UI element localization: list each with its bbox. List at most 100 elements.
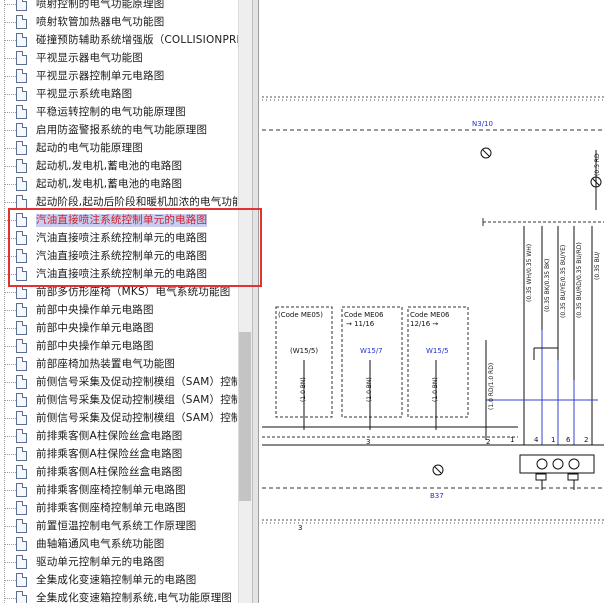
tree-branch-line: [4, 328, 16, 329]
tree-item[interactable]: 起动机,发电机,蓄电池的电路图: [0, 176, 238, 194]
component-label-bottom: B37: [430, 492, 444, 500]
tree-item[interactable]: 前排乘客侧A柱保险丝盒电路图: [0, 428, 238, 446]
document-icon: [16, 573, 27, 587]
tree-branch-line: [4, 580, 16, 581]
tree-item-label: 前排乘客侧A柱保险丝盒电路图: [36, 466, 183, 478]
tree-item[interactable]: 前排乘客侧座椅控制单元电路图: [0, 500, 238, 518]
document-icon: [16, 591, 27, 603]
document-tree[interactable]: 喷射控制的电气功能原理图 喷射软管加热器电气功能图碰撞预防辅助系统增强版（COLL…: [0, 0, 238, 603]
pin-label-c: 1: [510, 436, 515, 444]
circuit-diagram-drawing: [262, 96, 604, 524]
tree-branch-line: [4, 184, 16, 185]
tree-item-label: 碰撞预防辅助系统增强版（COLLISIONPREVENTION: [36, 34, 238, 46]
pin-label-f: 6: [566, 436, 571, 444]
tree-item-label: 起动机,发电机,蓄电池的电路图: [36, 178, 183, 190]
wire-color-single: (1.0 RD/1.0 RD): [488, 362, 495, 410]
tree-item[interactable]: 平稳运转控制的电气功能原理图: [0, 104, 238, 122]
wire-vertical-5: (0.35 BU/: [594, 251, 601, 280]
tree-item[interactable]: 喷射控制的电气功能原理图: [0, 0, 238, 14]
document-icon: [16, 465, 27, 479]
document-icon: [16, 141, 27, 155]
tree-branch-line: [4, 202, 16, 203]
tree-branch-line: [4, 490, 16, 491]
document-icon: [16, 15, 27, 29]
tree-branch-line: [4, 40, 16, 41]
scrollbar-thumb[interactable]: [239, 332, 251, 501]
tree-item-label: 起动机,发电机,蓄电池的电路图: [36, 160, 183, 172]
highlight-annotation-box: [8, 208, 262, 287]
tree-branch-line: [4, 544, 16, 545]
component-label-top: N3/10: [472, 120, 493, 128]
tree-item[interactable]: 平视显示器控制单元电路图: [0, 68, 238, 86]
tree-branch-line: [4, 130, 16, 131]
tree-branch-line: [4, 112, 16, 113]
tree-item[interactable]: 驱动单元控制单元的电路图: [0, 554, 238, 572]
tree-item-label: 喷射控制的电气功能原理图: [36, 0, 165, 10]
tree-item-label: 前部座椅加热装置电气功能图: [36, 358, 176, 370]
tree-branch-line: [4, 58, 16, 59]
tree-item[interactable]: 前排乘客侧A柱保险丝盒电路图: [0, 446, 238, 464]
tree-item[interactable]: 前部中央操作单元电路图: [0, 302, 238, 320]
tree-item[interactable]: 起动的电气功能原理图: [0, 140, 238, 158]
tree-item[interactable]: 前侧信号采集及促动控制模组（SAM）控制单元: [0, 374, 238, 392]
document-icon: [16, 483, 27, 497]
tree-item-label: 前置恒温控制电气系统工作原理图: [36, 520, 197, 532]
document-icon: [16, 177, 27, 191]
wire-color-2: (1.0 BN): [366, 377, 373, 402]
tree-item[interactable]: 前排乘客侧座椅控制单元电路图: [0, 482, 238, 500]
tree-item[interactable]: 前侧信号采集及促动控制模组（SAM）控制单元: [0, 392, 238, 410]
document-icon: [16, 123, 27, 137]
code-label-2: Code ME06: [344, 311, 384, 319]
tree-item[interactable]: 喷射软管加热器电气功能图: [0, 14, 238, 32]
document-icon: [16, 339, 27, 353]
tree-item-label: 起动的电气功能原理图: [36, 142, 143, 154]
tree-item[interactable]: 曲轴箱通风电气系统功能图: [0, 536, 238, 554]
tree-item-label: 前排乘客侧座椅控制单元电路图: [36, 502, 186, 514]
wire-label-1: (W15/5): [290, 347, 319, 355]
tree-item[interactable]: 前排乘客侧A柱保险丝盒电路图: [0, 464, 238, 482]
pin-label-b: 2: [486, 438, 491, 446]
circuit-diagram-view[interactable]: N3/10 B37 (Code ME05) Code ME06 → 11/16 …: [258, 0, 604, 603]
tree-branch-line: [4, 562, 16, 563]
tree-branch-line: [4, 526, 16, 527]
tree-item-label: 驱动单元控制单元的电路图: [36, 556, 165, 568]
tree-branch-line: [4, 436, 16, 437]
tree-item[interactable]: 前置恒温控制电气系统工作原理图: [0, 518, 238, 536]
tree-item[interactable]: 前部中央操作单元电路图: [0, 338, 238, 356]
tree-item-label: 全集成化变速箱控制单元的电路图: [36, 574, 197, 586]
tree-branch-line: [4, 76, 16, 77]
wire-color-3: (1.0 BN): [432, 377, 439, 402]
tree-item[interactable]: 启用防盗警报系统的电气功能原理图: [0, 122, 238, 140]
tree-item[interactable]: 全集成化变速箱控制系统,电气功能原理图: [0, 590, 238, 603]
pin-label-a: 3: [366, 438, 371, 446]
document-icon: [16, 393, 27, 407]
document-icon: [16, 51, 27, 65]
tree-item-label: 前部多仿形座椅（MKS）电气系统功能图: [36, 286, 231, 298]
tree-item[interactable]: 前侧信号采集及促动控制模组（SAM）控制单元: [0, 410, 238, 428]
document-icon: [16, 105, 27, 119]
tree-item[interactable]: 前部中央操作单元电路图: [0, 320, 238, 338]
tree-item-label: 前排乘客侧座椅控制单元电路图: [36, 484, 186, 496]
wire-color-1: (1.0 BN): [300, 377, 307, 402]
tree-item-label: 前部中央操作单元电路图: [36, 322, 154, 334]
tree-item[interactable]: 碰撞预防辅助系统增强版（COLLISIONPREVENTION: [0, 32, 238, 50]
code-label-1: (Code ME05): [278, 311, 323, 319]
tree-item-label: 全集成化变速箱控制系统,电气功能原理图: [36, 592, 233, 603]
tree-item[interactable]: 前部座椅加热装置电气功能图: [0, 356, 238, 374]
document-icon: [16, 555, 27, 569]
document-icon: [16, 537, 27, 551]
tree-item-label: 喷射软管加热器电气功能图: [36, 16, 165, 28]
tree-branch-line: [4, 508, 16, 509]
tree-branch-line: [4, 310, 16, 311]
tree-item[interactable]: 全集成化变速箱控制单元的电路图: [0, 572, 238, 590]
tree-branch-line: [4, 148, 16, 149]
tree-item[interactable]: 起动机,发电机,蓄电池的电路图: [0, 158, 238, 176]
tree-item[interactable]: 平视显示系统电路图: [0, 86, 238, 104]
tree-item-label: 前侧信号采集及促动控制模组（SAM）控制单元: [36, 394, 238, 406]
tree-item-label: 前部中央操作单元电路图: [36, 340, 154, 352]
tree-item-label: 平视显示系统电路图: [36, 88, 133, 100]
tree-item[interactable]: 平视显示器电气功能图: [0, 50, 238, 68]
wire-vertical-2: (0.35 BK/0.35 BK): [544, 258, 551, 312]
vertical-scrollbar[interactable]: [238, 0, 253, 603]
document-icon: [16, 87, 27, 101]
